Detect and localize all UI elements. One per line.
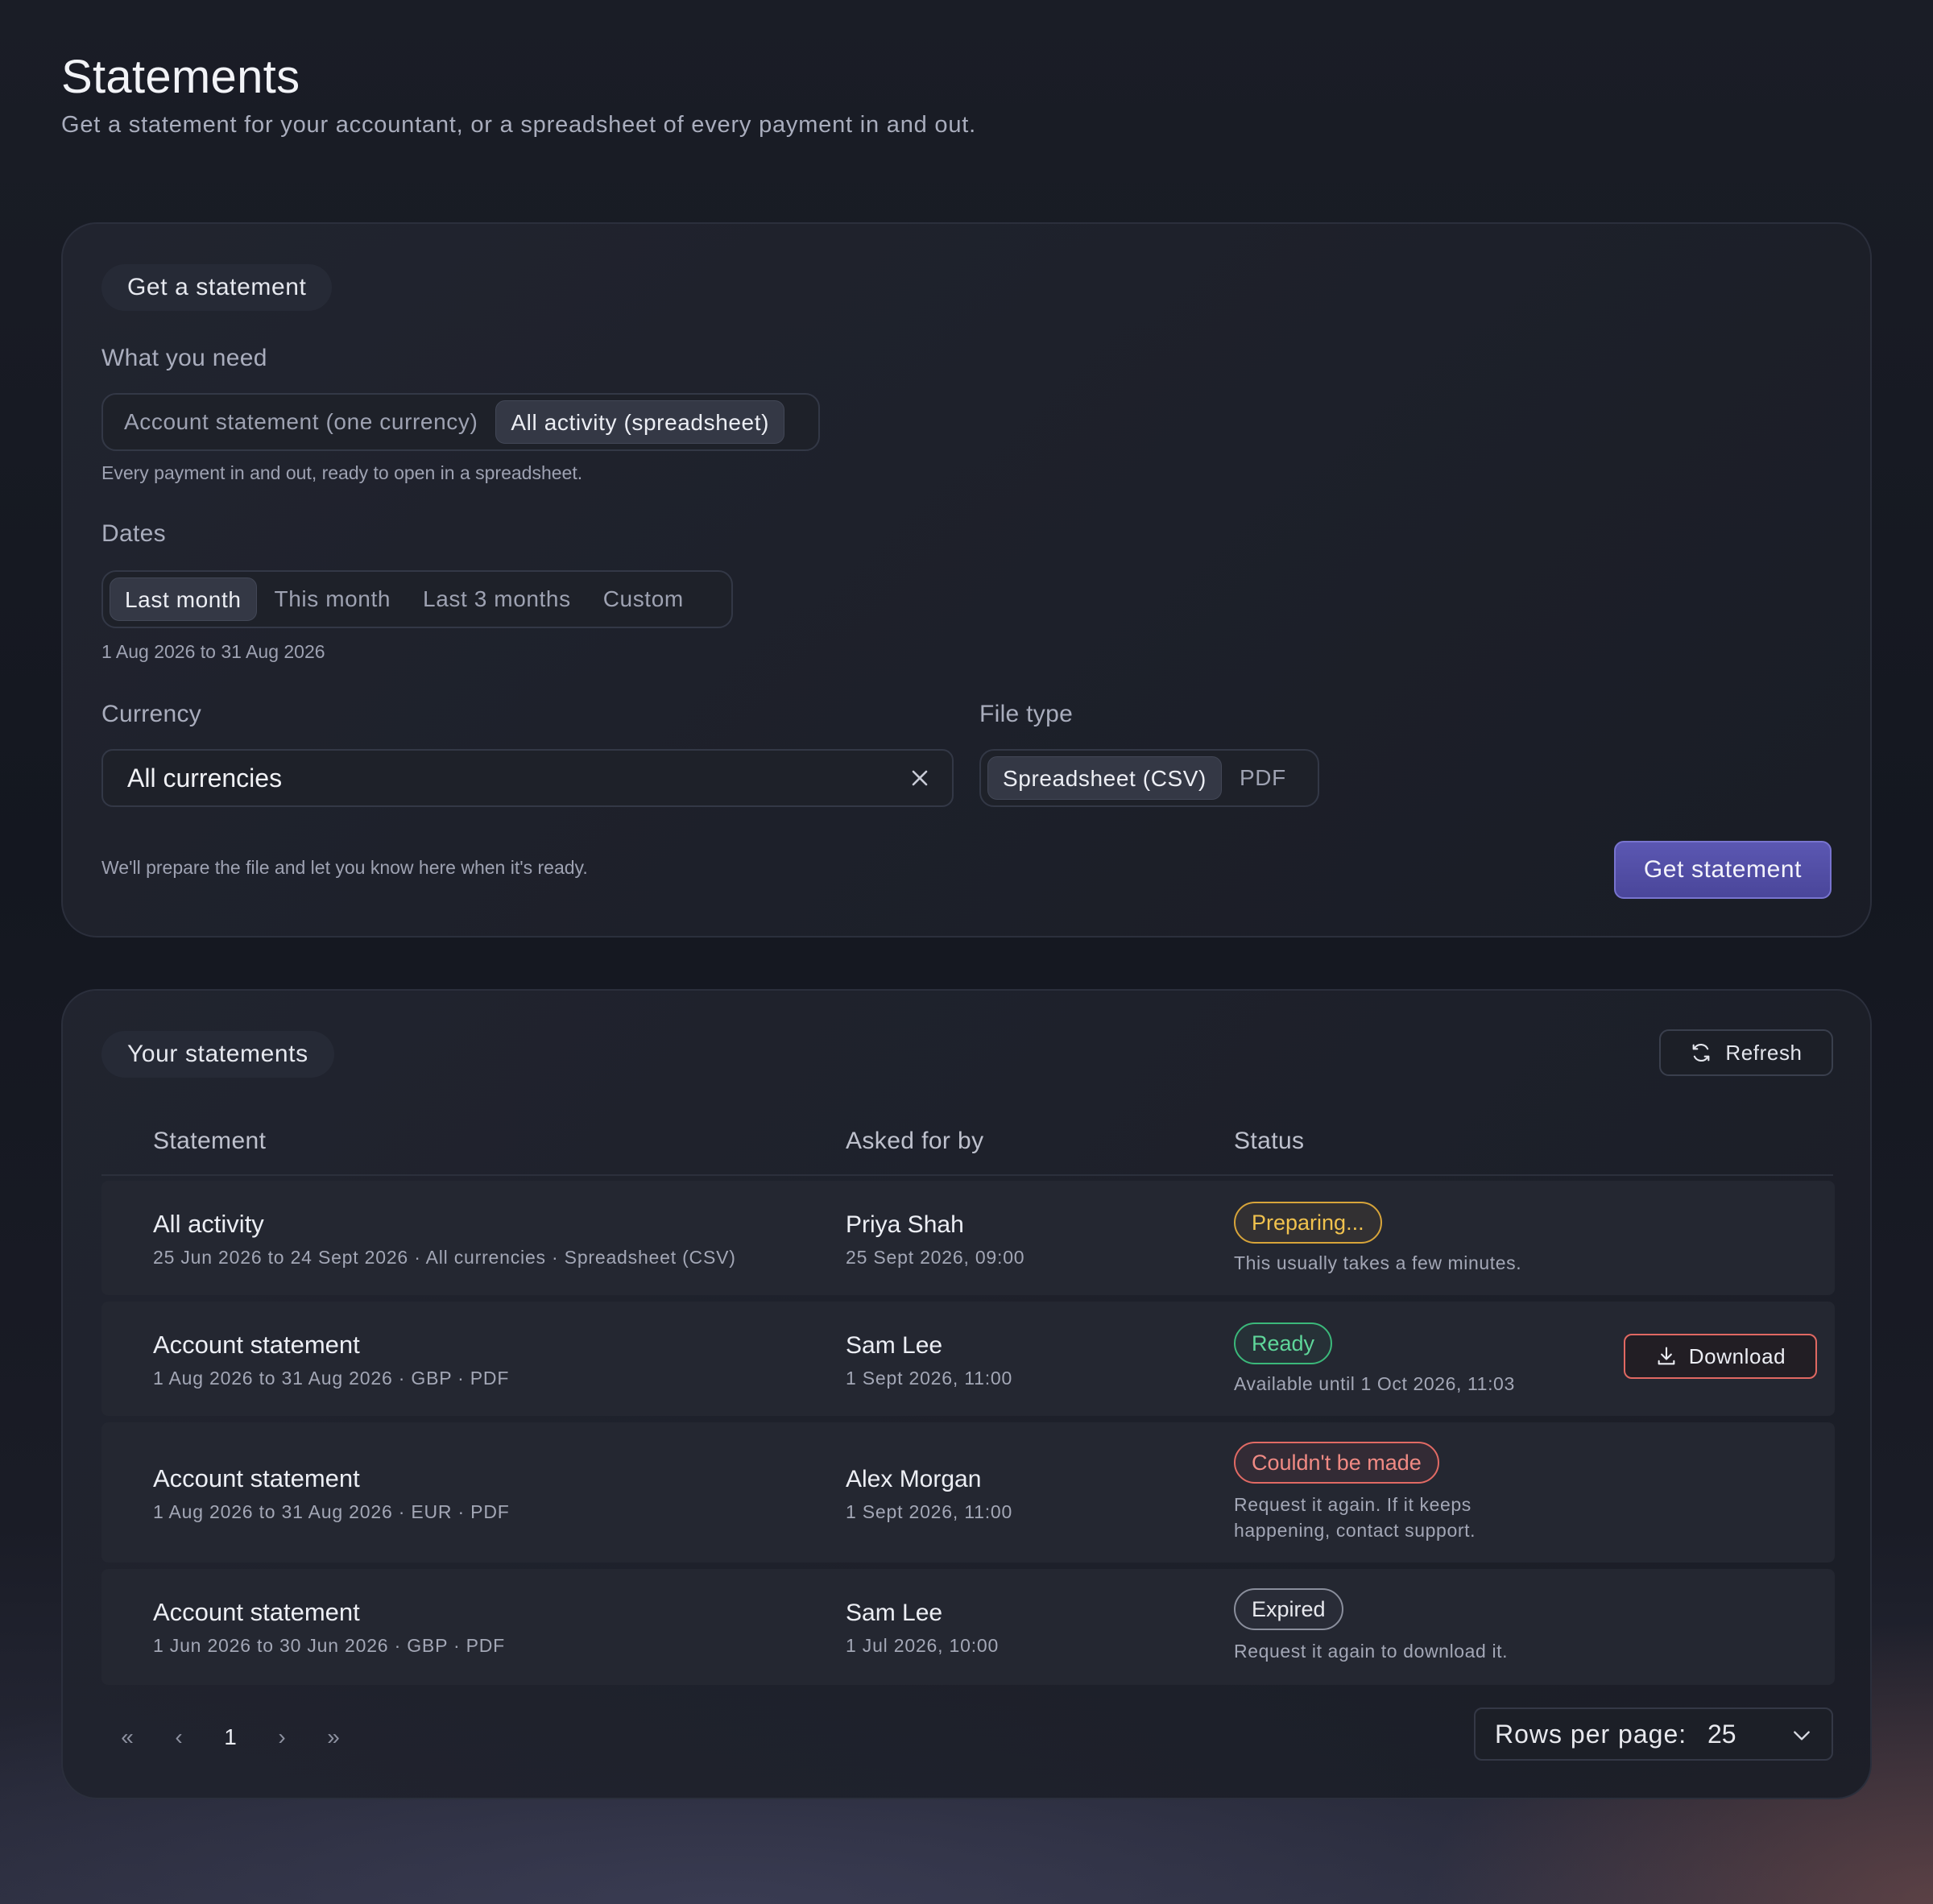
dates-label: Dates xyxy=(101,520,166,547)
download-label: Download xyxy=(1688,1343,1786,1368)
refresh-button[interactable]: Refresh xyxy=(1659,1029,1833,1076)
statement-details: 1 Aug 2026 to 31 Aug 2026 · GBP · PDF xyxy=(153,1368,510,1389)
next-page-button[interactable]: › xyxy=(256,1724,308,1750)
form-footer-note: We'll prepare the file and let you know … xyxy=(101,857,588,878)
first-page-button[interactable]: « xyxy=(101,1724,153,1750)
date-option-custom[interactable]: Custom xyxy=(589,577,698,621)
status-note: Available until 1 Oct 2026, 11:03 xyxy=(1234,1373,1515,1394)
requester-name: Alex Morgan xyxy=(846,1466,982,1492)
currency-select[interactable]: All currencies xyxy=(101,749,954,807)
refresh-label: Refresh xyxy=(1725,1040,1803,1065)
need-label: What you need xyxy=(101,345,267,371)
rows-per-page-select[interactable]: Rows per page: 25 xyxy=(1474,1707,1833,1761)
requested-at: 25 Sept 2026, 09:00 xyxy=(846,1247,1025,1268)
requester-name: Priya Shah xyxy=(846,1211,964,1238)
page-title: Statements xyxy=(61,51,300,103)
table-row[interactable]: Account statement 1 Jun 2026 to 30 Jun 2… xyxy=(101,1569,1835,1685)
previous-page-button[interactable]: ‹ xyxy=(153,1724,205,1750)
column-header-asked-for-by[interactable]: Asked for by xyxy=(846,1128,984,1155)
date-option-last-month[interactable]: Last month xyxy=(110,577,257,621)
need-option-account-statement[interactable]: Account statement (one currency) xyxy=(110,400,492,444)
pagination: « ‹ 1 › » xyxy=(101,1714,359,1761)
your-statements-heading: Your statements xyxy=(101,1031,334,1078)
date-option-last-3-months[interactable]: Last 3 months xyxy=(408,577,586,621)
statement-title: Account statement xyxy=(153,1331,360,1359)
date-option-this-month[interactable]: This month xyxy=(260,577,406,621)
currency-value: All currencies xyxy=(127,764,283,793)
clear-icon[interactable] xyxy=(910,768,929,788)
refresh-icon xyxy=(1692,1044,1710,1062)
current-page[interactable]: 1 xyxy=(205,1724,256,1750)
rows-per-page-label: Rows per page: xyxy=(1495,1720,1687,1749)
file-type-option-csv[interactable]: Spreadsheet (CSV) xyxy=(987,756,1222,800)
table-row[interactable]: All activity 25 Jun 2026 to 24 Sept 2026… xyxy=(101,1181,1835,1295)
dates-toggle: Last month This month Last 3 months Cust… xyxy=(101,570,733,628)
requested-at: 1 Sept 2026, 11:00 xyxy=(846,1501,1013,1522)
file-type-option-pdf[interactable]: PDF xyxy=(1225,756,1301,800)
status-note: This usually takes a few minutes. xyxy=(1234,1252,1522,1273)
statement-title: All activity xyxy=(153,1210,264,1238)
need-toggle: Account statement (one currency) All act… xyxy=(101,393,820,451)
your-statements-card: Your statements Refresh Statement Asked … xyxy=(61,989,1872,1799)
status-badge: Couldn't be made xyxy=(1234,1442,1439,1484)
statement-details: 1 Aug 2026 to 31 Aug 2026 · EUR · PDF xyxy=(153,1501,510,1522)
column-header-statement[interactable]: Statement xyxy=(153,1128,266,1155)
download-button[interactable]: Download xyxy=(1624,1334,1817,1379)
requester-name: Sam Lee xyxy=(846,1332,943,1359)
table-row[interactable]: Account statement 1 Aug 2026 to 31 Aug 2… xyxy=(101,1422,1835,1563)
file-type-label: File type xyxy=(979,701,1074,727)
page-subtitle: Get a statement for your accountant, or … xyxy=(61,112,976,138)
table-header-divider xyxy=(101,1174,1833,1176)
status-badge: Preparing... xyxy=(1234,1202,1382,1244)
chevron-down-icon xyxy=(1794,1731,1810,1741)
requester-name: Sam Lee xyxy=(846,1600,943,1626)
requested-at: 1 Jul 2026, 10:00 xyxy=(846,1635,1000,1656)
column-header-status[interactable]: Status xyxy=(1234,1128,1304,1155)
statement-title: Account statement xyxy=(153,1464,360,1492)
statement-details: 25 Jun 2026 to 24 Sept 2026 · All curren… xyxy=(153,1247,736,1268)
status-badge: Ready xyxy=(1234,1322,1333,1364)
date-range-hint: 1 Aug 2026 to 31 Aug 2026 xyxy=(101,641,325,662)
get-statement-card: Get a statement What you need Account st… xyxy=(61,222,1872,938)
rows-per-page-value: 25 xyxy=(1707,1720,1736,1749)
statement-title: Account statement xyxy=(153,1598,360,1626)
requested-at: 1 Sept 2026, 11:00 xyxy=(846,1368,1013,1389)
statement-details: 1 Jun 2026 to 30 Jun 2026 · GBP · PDF xyxy=(153,1635,506,1656)
status-note: Request it again. If it keeps happening,… xyxy=(1234,1494,1476,1541)
last-page-button[interactable]: » xyxy=(308,1724,359,1750)
download-icon xyxy=(1658,1347,1675,1365)
table-row[interactable]: Account statement 1 Aug 2026 to 31 Aug 2… xyxy=(101,1302,1835,1416)
need-option-all-activity[interactable]: All activity (spreadsheet) xyxy=(495,400,785,444)
need-hint: Every payment in and out, ready to open … xyxy=(101,462,583,483)
get-statement-button[interactable]: Get statement xyxy=(1614,841,1832,899)
status-note: Request it again to download it. xyxy=(1234,1641,1509,1662)
get-statement-heading: Get a statement xyxy=(101,264,333,311)
currency-label: Currency xyxy=(101,701,202,727)
file-type-toggle: Spreadsheet (CSV) PDF xyxy=(979,749,1319,807)
status-badge: Expired xyxy=(1234,1588,1343,1630)
